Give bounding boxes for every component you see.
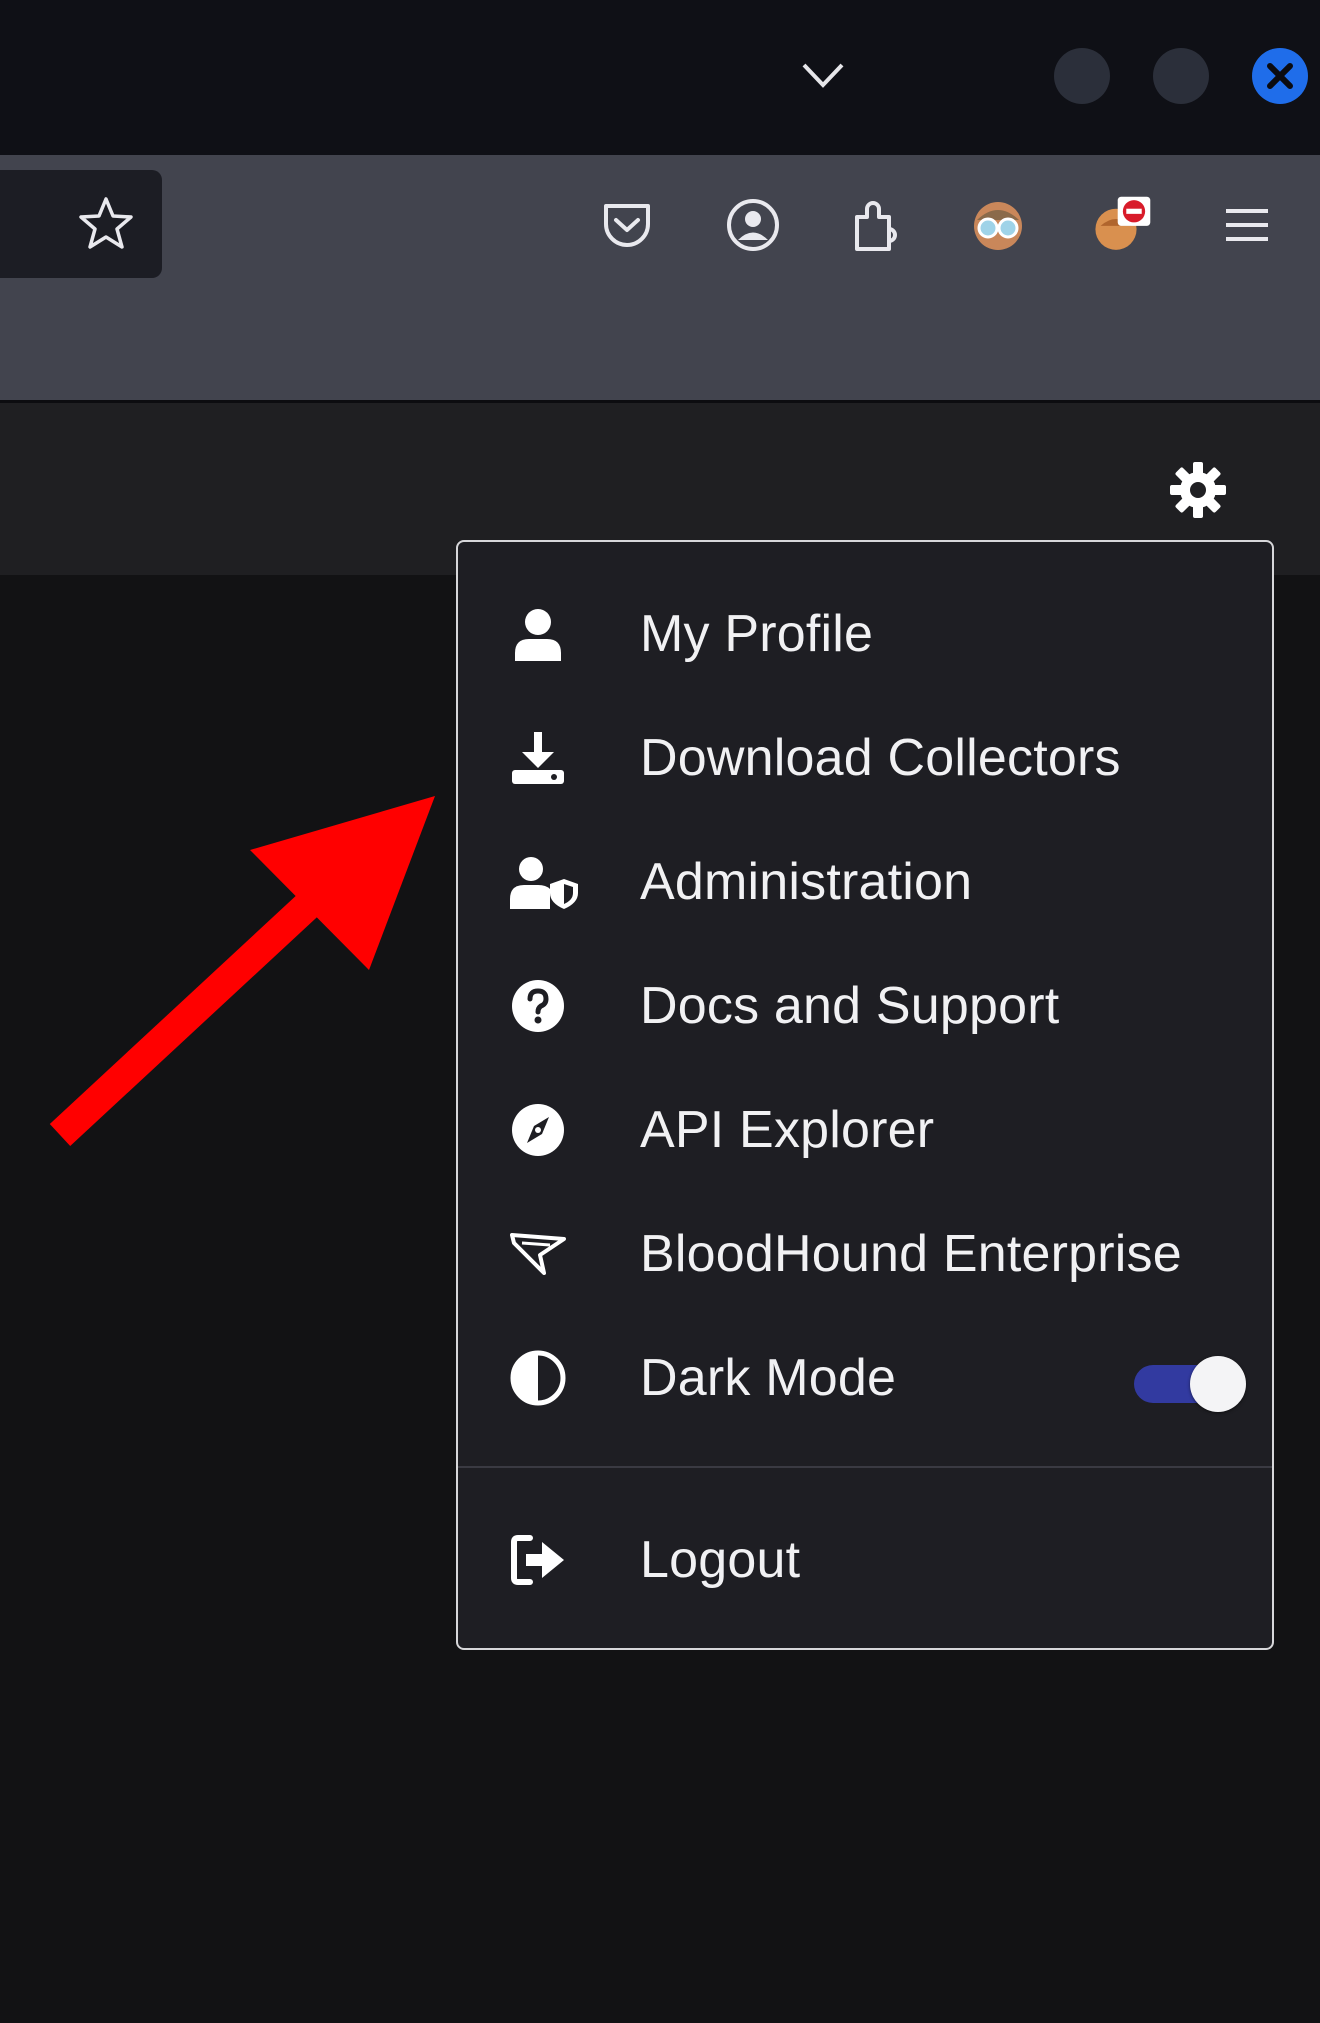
close-button[interactable] [1252, 48, 1308, 104]
maximize-button[interactable] [1153, 48, 1209, 104]
menu-item-label: Dark Mode [640, 1349, 897, 1407]
chevron-down-icon[interactable] [798, 55, 848, 95]
minimize-button[interactable] [1054, 48, 1110, 104]
menu-item-label: My Profile [640, 605, 874, 663]
account-icon[interactable] [723, 195, 783, 255]
menu-item-label: Logout [640, 1531, 801, 1589]
user-shield-icon [510, 854, 580, 910]
half-circle-icon [510, 1350, 566, 1406]
extension-blocker-icon[interactable] [1092, 195, 1152, 255]
menu-item-dark-mode[interactable]: Dark Mode [458, 1323, 1272, 1433]
menu-item-label: API Explorer [640, 1101, 935, 1159]
menu-item-administration[interactable]: Administration [458, 827, 1272, 937]
menu-item-label: Docs and Support [640, 977, 1060, 1035]
pocket-icon[interactable] [597, 195, 657, 255]
menu-item-my-profile[interactable]: My Profile [458, 579, 1272, 689]
menu-item-docs-and-support[interactable]: Docs and Support [458, 951, 1272, 1061]
menu-item-label: BloodHound Enterprise [640, 1225, 1182, 1283]
dark-mode-toggle[interactable] [1134, 1356, 1246, 1412]
settings-menu: My Profile Download Collectors Administr… [456, 540, 1274, 1650]
compass-icon [510, 1102, 566, 1158]
menu-item-label: Download Collectors [640, 729, 1121, 787]
question-circle-icon [510, 978, 566, 1034]
menu-item-download-collectors[interactable]: Download Collectors [458, 703, 1272, 813]
gear-icon[interactable] [1166, 458, 1230, 522]
extension-avatar-icon[interactable] [968, 195, 1028, 255]
menu-item-api-explorer[interactable]: API Explorer [458, 1075, 1272, 1185]
title-bar [0, 0, 1320, 155]
menu-item-bloodhound-enterprise[interactable]: BloodHound Enterprise [458, 1199, 1272, 1309]
menu-divider [458, 1466, 1272, 1468]
url-bar[interactable] [0, 170, 162, 278]
hamburger-menu-icon[interactable] [1217, 195, 1277, 255]
star-icon[interactable] [76, 194, 136, 254]
toggle-thumb [1190, 1356, 1246, 1412]
menu-item-logout[interactable]: Logout [458, 1505, 1272, 1615]
bloodhound-enterprise-icon [510, 1226, 566, 1282]
menu-item-label: Administration [640, 853, 973, 911]
user-icon [510, 606, 566, 662]
extensions-icon[interactable] [846, 195, 906, 255]
annotation-arrow [49, 796, 435, 1146]
close-icon [1267, 63, 1293, 89]
download-icon [510, 730, 566, 786]
logout-icon [510, 1532, 566, 1588]
